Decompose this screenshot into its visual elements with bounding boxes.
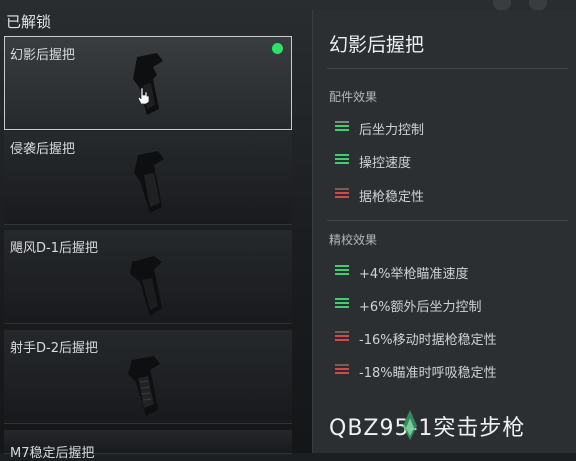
red-bars-icon — [335, 364, 349, 376]
tuning-label: -18%瞄准时呼吸稳定性 — [359, 366, 497, 381]
hand-cursor-icon — [137, 87, 150, 105]
rear-grip-icon — [128, 356, 160, 416]
attachment-item-phantom-grip[interactable]: 幻影后握把 — [4, 36, 292, 130]
attachment-detail-panel: 幻影后握把 配件效果 后坐力控制 操控速度 据枪稳定性 精校效果 +4%举枪瞄准… — [312, 10, 576, 453]
rear-grip-icon — [130, 256, 162, 316]
effect-label: 据枪稳定性 — [359, 190, 425, 205]
attachment-item-label: M7稳定后握把 — [10, 446, 95, 461]
attachment-item-raid-grip[interactable]: 侵袭后握把 — [4, 131, 292, 225]
attachment-item-label: 侵袭后握把 — [10, 142, 76, 157]
unlocked-section-title: 已解锁 — [6, 13, 52, 31]
green-bars-icon — [335, 265, 349, 277]
green-bars-icon — [335, 121, 349, 133]
attachment-item-label: 幻影后握把 — [10, 48, 76, 63]
watermark-logo-icon — [403, 410, 417, 440]
tuning-heading: 精校效果 — [329, 233, 378, 247]
attachment-item-m7-stable-grip[interactable]: M7稳定后握把 — [4, 430, 292, 461]
equipped-dot-icon — [272, 43, 283, 54]
weapon-name: QBZ95-1突击步枪 — [329, 416, 526, 441]
attachment-item-label: 飓风D-1后握把 — [10, 241, 98, 256]
green-bars-icon — [335, 154, 349, 166]
red-bars-icon — [335, 331, 349, 343]
attachment-item-marksman-d2-grip[interactable]: 射手D-2后握把 — [4, 330, 292, 424]
red-bars-icon — [335, 188, 349, 200]
tuning-label: -16%移动时据枪稳定性 — [359, 333, 497, 348]
effect-label: 操控速度 — [359, 156, 412, 171]
rear-grip-icon — [134, 151, 164, 213]
tuning-label: +6%额外后坐力控制 — [359, 300, 482, 315]
effects-heading: 配件效果 — [329, 90, 378, 104]
attachment-item-label: 射手D-2后握把 — [10, 341, 98, 356]
effect-label: 后坐力控制 — [359, 123, 425, 138]
attachment-item-hurricane-d1-grip[interactable]: 飓风D-1后握把 — [4, 230, 292, 324]
divider — [327, 220, 568, 221]
green-bars-icon — [335, 298, 349, 310]
divider — [327, 68, 568, 69]
tuning-label: +4%举枪瞄准速度 — [359, 267, 469, 282]
detail-title: 幻影后握把 — [329, 34, 425, 56]
